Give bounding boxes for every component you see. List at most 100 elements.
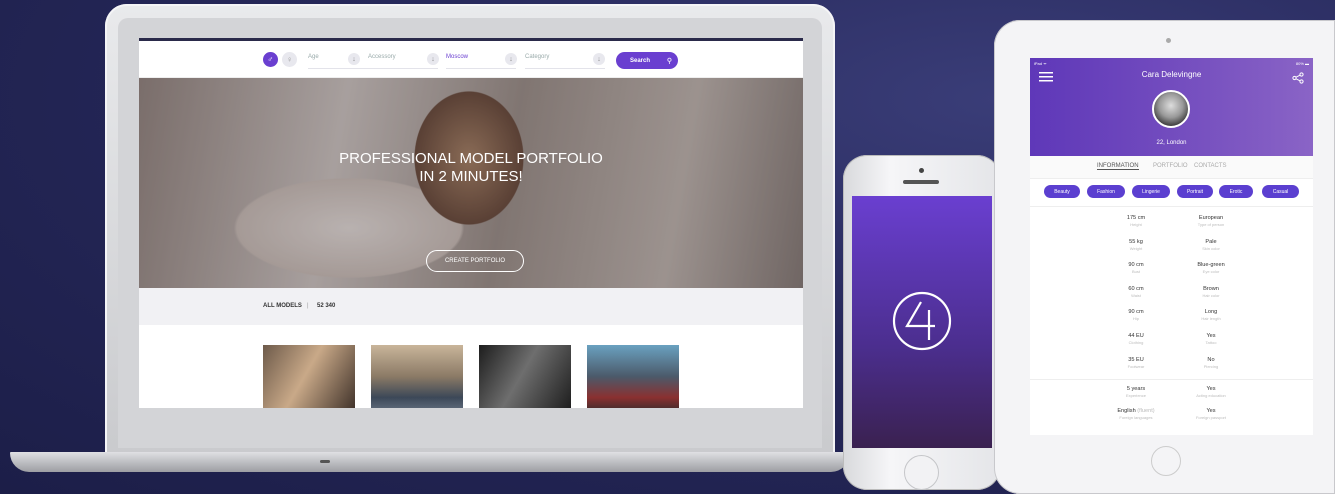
model-thumbnail[interactable] [263,345,355,408]
profile-tabs: INFORMATION PORTFOLIO CONTACTS [1030,156,1313,178]
model-thumbnail[interactable] [371,345,463,408]
attribute-label: Foreign languages [1119,415,1153,420]
search-icon: ⚲ [666,57,672,65]
attribute-value: 55 kg [1129,238,1143,245]
attribute-label: Experience [1125,393,1146,398]
attribute-value: Pale [1205,238,1217,245]
attribute-item: 90 cm Hip [1101,309,1171,321]
laptop-notch [320,460,330,463]
attribute-label: Piercing [1203,363,1219,369]
profile-location: 22, London [1156,140,1187,146]
attribute-item: Long Hair length [1176,309,1246,321]
divider [368,68,438,69]
tab-information[interactable]: INFORMATION [1097,163,1139,170]
attribute-value-note: (fluent) [1135,408,1155,414]
attribute-value: Long [1204,309,1218,316]
model-thumbnail[interactable] [479,345,571,408]
attribute-label: Hip [1132,316,1139,322]
tag-chip[interactable]: Erotic [1219,185,1253,198]
attribute-item: English (fluent) Foreign languages [1101,408,1171,420]
attribute-item: Yes Acting education [1176,386,1246,398]
attribute-label: Acting education [1196,393,1226,398]
tablet-home-button[interactable] [1151,446,1181,476]
category-filter[interactable]: Category [525,54,549,60]
attribute-value: No [1207,356,1215,363]
profile-header: iPad ᯤ 80% ▬ Cara Delevingne 22, London [1030,58,1313,156]
accessory-filter[interactable]: Accessory [368,54,396,60]
tablet-screen: iPad ᯤ 80% ▬ Cara Delevingne 22, London … [1030,58,1313,435]
attribute-item: 35 EU Footwear [1101,357,1171,369]
laptop-base [10,452,850,472]
attribute-value: 90 cm [1128,262,1144,269]
male-filter-icon[interactable]: ♂ [263,52,278,67]
avatar [1152,90,1190,128]
attribute-item: Yes Foreign passport [1176,408,1246,420]
attribute-value: Yes [1206,333,1216,339]
tag-chip[interactable]: Casual [1262,185,1299,198]
tag-chip[interactable]: Beauty [1044,185,1080,198]
attribute-item: European Type of person [1176,215,1246,227]
attribute-item: 44 EU Clothing [1101,333,1171,345]
laptop-screen: ♂ ♀ Age ↓ Accessory ↓ Moscow ↓ Category … [139,38,803,408]
tag-chip[interactable]: Portrait [1177,185,1213,198]
attribute-value: 175 cm [1126,215,1146,221]
create-portfolio-button[interactable]: CREATE PORTFOLIO [426,250,524,272]
attribute-label: Clothing [1128,340,1144,345]
city-filter[interactable]: Moscow [446,54,468,60]
tag-chip[interactable]: Lingerie [1132,185,1170,198]
phone-home-button[interactable] [904,455,939,490]
phone-speaker [903,180,939,184]
hero-title: PROFESSIONAL MODEL PORTFOLIO IN 2 MINUTE… [139,150,803,186]
attribute-label: Hair length [1201,316,1221,322]
attribute-item: Yes Tattoo [1176,333,1246,345]
attribute-item: No Piercing [1176,357,1246,369]
attribute-label: Foreign passport [1195,415,1226,420]
attribute-value: Blue-green [1197,262,1225,269]
attribute-value: 5 years [1126,386,1146,392]
search-button[interactable]: Search ⚲ [616,52,678,69]
category-dropdown-icon[interactable]: ↓ [593,53,605,65]
hero-title-line1: PROFESSIONAL MODEL PORTFOLIO [339,150,603,167]
hero-banner: PROFESSIONAL MODEL PORTFOLIO IN 2 MINUTE… [139,78,803,288]
attribute-item: 55 kg Weight [1101,239,1171,251]
status-bar-left: iPad ᯤ [1034,61,1047,66]
attribute-value: 35 EU [1128,356,1144,363]
attribute-item: 60 cm Waist [1101,286,1171,298]
attribute-value: Yes [1206,386,1216,392]
models-count-bar: ALL MODELS | 52 340 [139,288,803,325]
profile-name: Cara Delevingne [1141,70,1202,79]
attribute-label: Bust [1131,269,1140,275]
tab-contacts[interactable]: CONTACTS [1194,163,1227,169]
age-dropdown-icon[interactable]: ↓ [348,53,360,65]
attribute-label: Waist [1131,292,1141,298]
model-thumbnail[interactable] [587,345,679,408]
attribute-item: 175 cm Height [1101,215,1171,227]
hero-title-line2: IN 2 MINUTES! [419,168,523,185]
age-filter[interactable]: Age [308,54,319,60]
app-logo-icon [892,291,952,351]
attribute-value: English (fluent) [1117,408,1155,414]
attribute-value: 60 cm [1128,285,1144,292]
attribute-label: Weight [1129,245,1143,251]
attribute-label: Eye color [1202,269,1220,275]
attribute-item: Blue-green Eye color [1176,262,1246,274]
city-dropdown-icon[interactable]: ↓ [505,53,517,65]
divider [525,68,605,69]
divider [1030,178,1313,179]
attribute-label: Height [1130,222,1142,227]
tab-portfolio[interactable]: PORTFOLIO [1153,163,1188,169]
models-count: 52 340 [317,303,336,309]
attribute-item: Pale Skin color [1176,239,1246,251]
stats-separator: | [307,303,309,309]
tablet-camera [1166,38,1171,43]
female-filter-icon[interactable]: ♀ [282,52,297,67]
tag-chip[interactable]: Fashion [1087,185,1125,198]
divider [1030,379,1313,380]
attribute-value: 90 cm [1128,309,1144,316]
status-bar-battery: 80% ▬ [1295,61,1309,66]
attribute-value: 44 EU [1128,333,1144,339]
attribute-item: 5 years Experience [1101,386,1171,398]
attribute-value: Brown [1203,285,1219,292]
accessory-dropdown-icon[interactable]: ↓ [427,53,439,65]
share-icon[interactable] [1292,72,1304,84]
